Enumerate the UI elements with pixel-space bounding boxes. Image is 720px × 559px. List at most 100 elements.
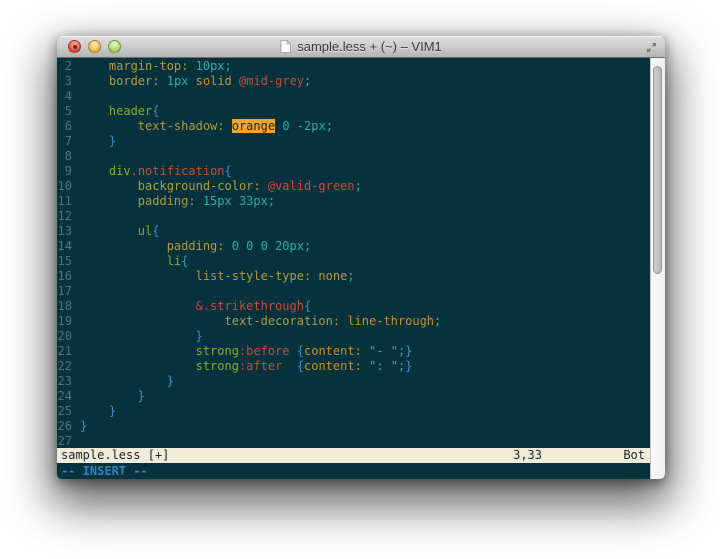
line-number: 12 [57, 209, 80, 224]
code-token: { [152, 104, 159, 118]
code-token: ; [434, 314, 441, 328]
code-line[interactable]: 27 [57, 434, 650, 449]
code-line[interactable]: 11 padding: 15px 33px; [57, 194, 650, 209]
code-line[interactable]: 20 } [57, 329, 650, 344]
code-token: strong [196, 344, 239, 358]
code-token [80, 134, 109, 148]
code-token: ; [304, 74, 311, 88]
code-token: text-shadow: [138, 119, 225, 133]
code-token [188, 74, 195, 88]
line-number: 6 [57, 119, 80, 134]
window-controls [68, 40, 121, 53]
code-line[interactable]: 22 strong:after {content: ": ";} [57, 359, 650, 374]
code-token: :after [239, 359, 282, 373]
code-token: 10px [196, 59, 225, 73]
code-line[interactable]: 25 } [57, 404, 650, 419]
code-token: 0 0 0 20px [232, 239, 304, 253]
code-token [80, 164, 109, 178]
code-line[interactable]: 9 div.notification{ [57, 164, 650, 179]
line-number: 7 [57, 134, 80, 149]
code-token [80, 389, 138, 403]
scrollbar[interactable] [650, 58, 665, 479]
line-number: 24 [57, 389, 80, 404]
code-line[interactable]: 8 [57, 149, 650, 164]
status-filename: sample.less [+] [61, 448, 169, 462]
line-number: 8 [57, 149, 80, 164]
line-number: 20 [57, 329, 80, 344]
code-line[interactable]: 21 strong:before {content: "- ";} [57, 344, 650, 359]
code-token [362, 359, 369, 373]
code-token: margin-top: [109, 59, 188, 73]
code-token: @valid-green [268, 179, 355, 193]
line-number: 15 [57, 254, 80, 269]
code-token: background-color: [138, 179, 261, 193]
code-line[interactable]: 23 } [57, 374, 650, 389]
code-token: } [109, 404, 116, 418]
code-token: @mid-grey [239, 74, 304, 88]
code-token [261, 179, 268, 193]
code-line[interactable]: 5 header{ [57, 104, 650, 119]
code-token [80, 74, 109, 88]
code-token [290, 119, 297, 133]
code-line[interactable]: 4 [57, 89, 650, 104]
title-bar[interactable]: sample.less + (~) – VIM1 [57, 36, 665, 58]
code-line[interactable]: 12 [57, 209, 650, 224]
code-token: li [167, 254, 181, 268]
code-line[interactable]: 17 [57, 284, 650, 299]
code-line[interactable]: 10 background-color: @valid-green; [57, 179, 650, 194]
code-token [225, 239, 232, 253]
code-line[interactable]: 16 list-style-type: none; [57, 269, 650, 284]
code-token [290, 344, 297, 358]
code-line[interactable]: 14 padding: 0 0 0 20px; [57, 239, 650, 254]
code-token [80, 179, 138, 193]
code-token [159, 74, 166, 88]
line-number: 17 [57, 284, 80, 299]
code-line[interactable]: 18 &.strikethrough{ [57, 299, 650, 314]
code-line[interactable]: 3 border: 1px solid @mid-grey; [57, 74, 650, 89]
status-bar: sample.less [+] 3,33 Bot [57, 448, 650, 463]
line-number: 18 [57, 299, 80, 314]
code-line[interactable]: 24 } [57, 389, 650, 404]
code-token: ; [225, 59, 232, 73]
code-token [196, 194, 203, 208]
command-line[interactable]: -- INSERT -- [57, 463, 650, 479]
window-title: sample.less + (~) – VIM1 [297, 39, 442, 54]
code-token: 0 [282, 119, 289, 133]
code-line[interactable]: 19 text-decoration: line-through; [57, 314, 650, 329]
code-token: } [109, 134, 116, 148]
code-line[interactable]: 13 ul{ [57, 224, 650, 239]
code-token [80, 119, 138, 133]
code-line[interactable]: 6 text-shadow: orange 0 -2px; [57, 119, 650, 134]
code-token: } [167, 374, 174, 388]
unsaved-indicator-dot [73, 45, 77, 49]
minimize-button[interactable] [88, 40, 101, 53]
code-token: { [181, 254, 188, 268]
code-token: ; [326, 119, 333, 133]
code-line[interactable]: 26} [57, 419, 650, 434]
code-token [80, 254, 167, 268]
code-token [80, 239, 167, 253]
code-token: "- " [369, 344, 398, 358]
code-line[interactable]: 7 } [57, 134, 650, 149]
scrollbar-thumb[interactable] [653, 66, 662, 274]
code-token [80, 104, 109, 118]
close-button[interactable] [68, 40, 81, 53]
code-token: } [196, 329, 203, 343]
code-token: ; [304, 239, 311, 253]
code-token: 1px [167, 74, 189, 88]
code-token: ; [347, 269, 354, 283]
code-line[interactable]: 2 margin-top: 10px; [57, 59, 650, 74]
mode-indicator: -- INSERT -- [61, 464, 148, 478]
vim-window: sample.less + (~) – VIM1 2 margin-top: 1… [57, 36, 665, 479]
code-token: ; [355, 179, 362, 193]
zoom-button[interactable] [108, 40, 121, 53]
fullscreen-arrows-icon[interactable] [646, 42, 657, 53]
line-number: 25 [57, 404, 80, 419]
code-line[interactable]: 15 li{ [57, 254, 650, 269]
code-token: strong [196, 359, 239, 373]
code-token [80, 329, 196, 343]
line-number: 5 [57, 104, 80, 119]
code-token [188, 59, 195, 73]
code-token: div [109, 164, 131, 178]
code-area[interactable]: 2 margin-top: 10px;3 border: 1px solid @… [57, 58, 650, 448]
